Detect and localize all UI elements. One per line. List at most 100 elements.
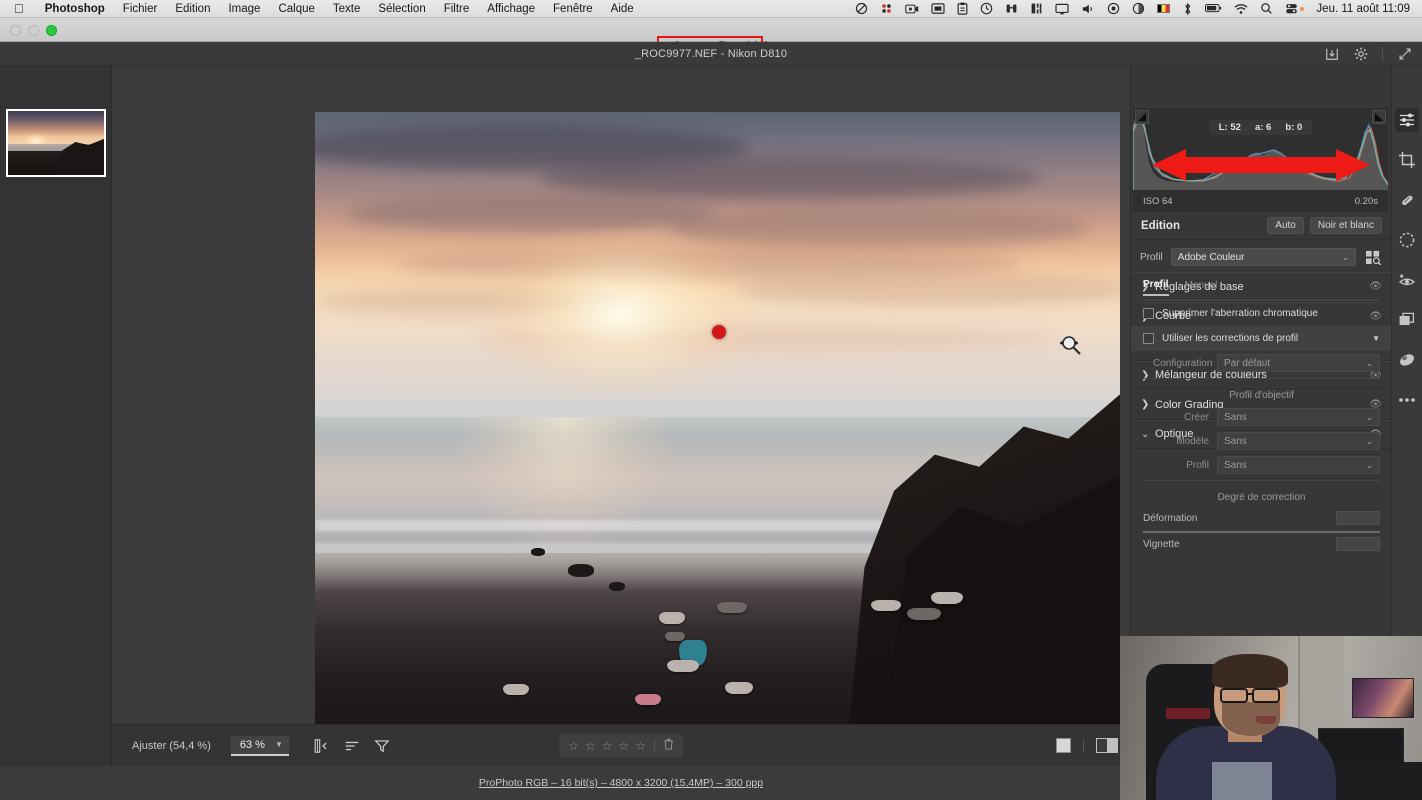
trash-icon[interactable] [663, 738, 674, 753]
display-icon[interactable] [1049, 3, 1075, 15]
spotlight-search-icon[interactable] [1254, 2, 1279, 15]
chromatic-aberration-checkbox[interactable] [1143, 308, 1154, 319]
auto-button[interactable]: Auto [1267, 217, 1304, 234]
photo-rock [609, 582, 625, 591]
battery-icon[interactable] [1199, 3, 1228, 14]
lens-profile-label: Profil [1186, 459, 1209, 471]
minimize-button[interactable] [28, 25, 39, 36]
star-5[interactable]: ☆ [635, 739, 646, 753]
distortion-value-input[interactable] [1336, 511, 1380, 525]
healing-brush-icon[interactable] [1395, 188, 1419, 212]
apple-icon[interactable]:  [14, 2, 24, 15]
binoculars-icon[interactable] [999, 2, 1024, 15]
workflow-options-link[interactable]: ProPhoto RGB – 16 bit(s) – 4800 x 3200 (… [479, 777, 763, 789]
lens-model-select[interactable]: Sans ⌄ [1217, 432, 1380, 450]
star-rating[interactable]: ☆ ☆ ☆ ☆ ☆ [559, 734, 683, 757]
snapshots-icon[interactable] [1395, 348, 1419, 372]
presets-icon[interactable] [1395, 308, 1419, 332]
menu-item-texte[interactable]: Texte [324, 3, 370, 15]
background-color-swatch[interactable] [1056, 738, 1071, 753]
dropbox-paused-icon[interactable] [849, 2, 874, 15]
menu-item-selection[interactable]: Sélection [369, 3, 434, 15]
camera-raw-titlebar: _ROC9977.NEF - Nikon D810 [0, 42, 1422, 66]
lens-creator-label: Créer [1183, 411, 1209, 423]
menu-item-photoshop[interactable]: Photoshop [36, 3, 114, 15]
edit-sliders-icon[interactable] [1395, 108, 1419, 132]
after-half [1107, 739, 1117, 752]
menu-item-fenetre[interactable]: Fenêtre [544, 3, 602, 15]
save-image-icon[interactable] [1324, 47, 1339, 62]
fit-zoom-label[interactable]: Ajuster (54,4 %) [124, 736, 219, 756]
toolbar-divider [1083, 738, 1084, 753]
webcam-glasses-left [1220, 688, 1248, 703]
lens-creator-row: Créer Sans ⌄ [1131, 405, 1392, 429]
red-eye-icon[interactable] [1395, 268, 1419, 292]
menu-item-filtre[interactable]: Filtre [435, 3, 479, 15]
menu-item-image[interactable]: Image [219, 3, 269, 15]
keyboard-flag-icon[interactable] [1151, 4, 1176, 13]
star-1[interactable]: ☆ [568, 739, 579, 753]
profile-corrections-checkbox[interactable] [1143, 333, 1154, 344]
fullscreen-icon[interactable] [1397, 47, 1412, 62]
masking-icon[interactable] [1395, 228, 1419, 252]
clipboard-icon[interactable] [951, 2, 974, 15]
close-button[interactable] [10, 25, 21, 36]
sort-icon[interactable] [337, 733, 367, 759]
more-options-icon[interactable] [1395, 388, 1419, 412]
gear-icon[interactable] [1353, 47, 1368, 62]
webcam-person-mouth [1256, 716, 1276, 724]
before-after-icon[interactable] [1096, 738, 1118, 753]
zoom-level-selector[interactable]: 63 % ▼ [230, 735, 289, 756]
chromatic-aberration-label: Supprimer l'aberration chromatique [1162, 308, 1318, 319]
configuration-select[interactable]: Par défaut ⌄ [1217, 354, 1380, 372]
menu-item-aide[interactable]: Aide [602, 3, 643, 15]
photo-preview[interactable] [315, 112, 1120, 760]
section-divider [1143, 378, 1380, 379]
star-4[interactable]: ☆ [618, 739, 629, 753]
stats-icon[interactable] [1024, 2, 1049, 15]
filmstrip-thumbnail[interactable] [6, 109, 106, 177]
record-icon[interactable] [1101, 2, 1126, 15]
lens-creator-select[interactable]: Sans ⌄ [1217, 408, 1380, 426]
menu-item-calque[interactable]: Calque [269, 3, 323, 15]
chromatic-aberration-row[interactable]: Supprimer l'aberration chromatique [1131, 301, 1392, 326]
vignette-slider-row[interactable]: Vignette [1131, 533, 1392, 555]
distortion-slider-row[interactable]: Déformation [1131, 507, 1392, 529]
filmstrip-toggle-icon[interactable] [307, 733, 337, 759]
star-2[interactable]: ☆ [585, 739, 596, 753]
screen-record-icon[interactable] [899, 3, 925, 15]
vignette-value-input[interactable] [1336, 537, 1380, 551]
shadow-clipping-toggle[interactable] [1135, 110, 1149, 124]
profile-select[interactable]: Adobe Couleur ⌄ [1170, 248, 1356, 266]
tab-profil[interactable]: Profil [1143, 279, 1169, 296]
webcam-glasses-right [1252, 688, 1280, 703]
menu-item-edition[interactable]: Edition [166, 3, 219, 15]
menu-item-fichier[interactable]: Fichier [114, 3, 167, 15]
volume-icon[interactable] [1075, 3, 1101, 15]
star-3[interactable]: ☆ [602, 739, 613, 753]
cleanmymac-icon[interactable] [874, 2, 899, 15]
webcam-wall-art [1352, 678, 1414, 718]
mic-icon[interactable] [1126, 2, 1151, 15]
time-machine-icon[interactable] [974, 2, 999, 15]
image-canvas-area[interactable] [112, 66, 1130, 766]
menu-item-affichage[interactable]: Affichage [478, 3, 544, 15]
display-mirror-icon[interactable] [925, 2, 951, 15]
black-and-white-button[interactable]: Noir et blanc [1309, 217, 1382, 234]
profile-browser-icon[interactable] [1364, 249, 1383, 266]
control-center-icon[interactable] [1279, 2, 1310, 15]
chevron-down-icon[interactable]: ▼ [1372, 334, 1380, 343]
highlight-clipping-toggle[interactable] [1372, 110, 1386, 124]
crop-icon[interactable] [1395, 148, 1419, 172]
bluetooth-icon[interactable] [1176, 2, 1199, 16]
menubar-clock[interactable]: Jeu. 11 août 11:09 [1310, 3, 1422, 15]
click-indicator-dot [712, 325, 726, 339]
tab-manuel[interactable]: Manuel [1185, 280, 1218, 295]
profile-corrections-row[interactable]: Utiliser les corrections de profil ▼ [1131, 326, 1392, 351]
lens-profile-select[interactable]: Sans ⌄ [1217, 456, 1380, 474]
webcam-chair-logo [1166, 708, 1210, 719]
wifi-icon[interactable] [1228, 3, 1254, 15]
filter-icon[interactable] [367, 733, 397, 759]
maximize-button[interactable] [46, 25, 57, 36]
optique-tabs: Profil Manuel [1131, 272, 1392, 296]
